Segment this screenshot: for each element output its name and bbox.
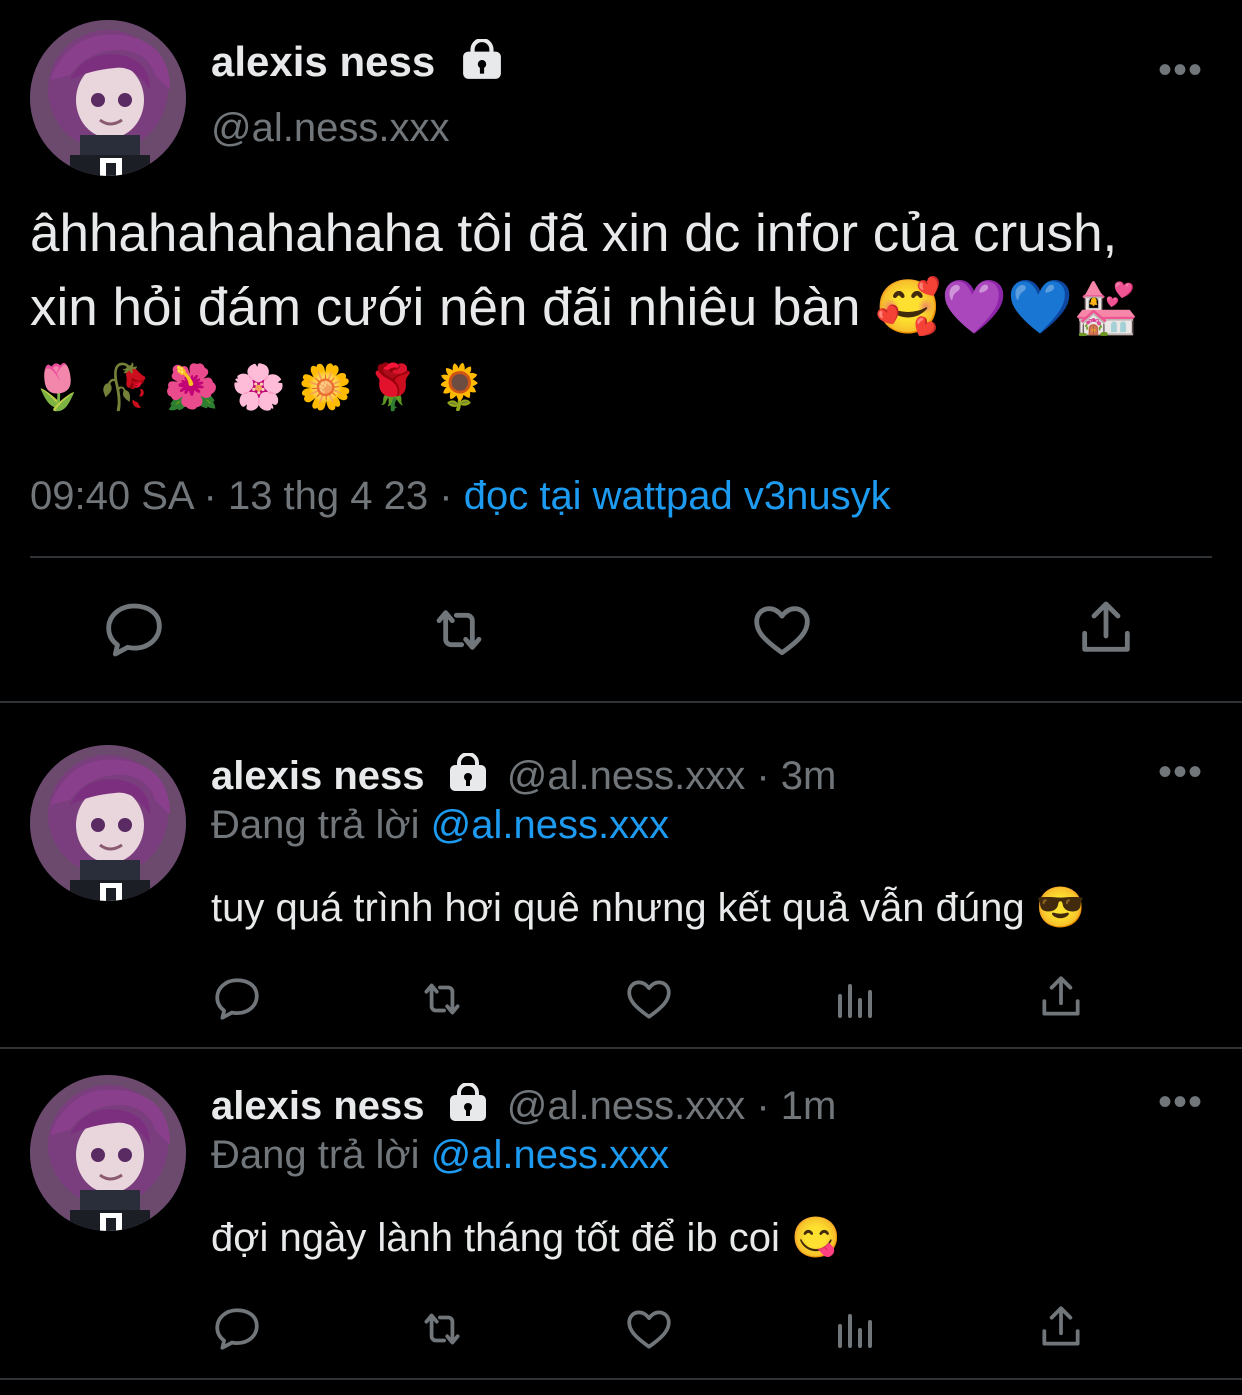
avatar[interactable] (30, 745, 186, 901)
divider (30, 556, 1212, 558)
divider (0, 1047, 1242, 1049)
tweet-source[interactable]: đọc tại wattpad v3nusyk (464, 474, 891, 518)
tweet-time[interactable]: 09:40 SA (30, 474, 192, 518)
reply-header: alexis ness @al.ness.xxx · 3m (211, 753, 837, 798)
replying-to-handle[interactable]: @al.ness.xxx (431, 1133, 669, 1177)
display-name[interactable]: alexis ness (211, 38, 435, 85)
lock-icon (448, 1083, 488, 1123)
views-icon[interactable] (832, 1304, 880, 1352)
reply-text: tuy quá trình hơi quê nhưng kết quả vẫn … (211, 886, 1086, 930)
more-icon[interactable]: ••• (1158, 1082, 1203, 1122)
share-icon[interactable] (1036, 972, 1086, 1022)
avatar[interactable] (30, 20, 186, 176)
timestamp[interactable]: 3m (781, 754, 837, 798)
tweet-meta: 09:40 SA · 13 thg 4 23 · đọc tại wattpad… (30, 474, 891, 518)
handle[interactable]: @al.ness.xxx (507, 754, 745, 798)
replying-to: Đang trả lời @al.ness.xxx (211, 803, 669, 848)
reply-icon[interactable] (102, 598, 166, 662)
retweet-icon[interactable] (426, 598, 492, 662)
replying-to-handle[interactable]: @al.ness.xxx (431, 803, 669, 847)
tweet-text-line-1: âhhahahahahaha tôi đã xin dc infor của c… (30, 204, 1118, 263)
share-icon[interactable] (1036, 1302, 1086, 1352)
handle[interactable]: @al.ness.xxx (507, 1084, 745, 1128)
more-icon[interactable]: ••• (1158, 50, 1203, 90)
replying-label: Đang trả lời (211, 1133, 420, 1177)
like-icon[interactable] (624, 1304, 674, 1354)
like-icon[interactable] (750, 598, 814, 662)
share-icon[interactable] (1074, 596, 1138, 660)
author-row: alexis ness (211, 38, 503, 86)
reply-text: đợi ngày lành tháng tốt để ib coi 😋 (211, 1216, 841, 1260)
tweet-emoji-line: 🌷 🥀 🌺 🌸 🌼 🌹 🌻 (30, 363, 487, 412)
lock-icon (461, 39, 503, 81)
display-name[interactable]: alexis ness (211, 754, 425, 798)
retweet-icon[interactable] (416, 1304, 468, 1354)
like-icon[interactable] (624, 974, 674, 1024)
lock-icon (448, 753, 488, 793)
divider (0, 1378, 1242, 1380)
tweet-date[interactable]: 13 thg 4 23 (228, 474, 428, 518)
replying-to: Đang trả lời @al.ness.xxx (211, 1133, 669, 1178)
tweet-text-line-2: xin hỏi đám cưới nên đãi nhiêu bàn 🥰💜💙💒 (30, 278, 1140, 337)
reply-icon[interactable] (212, 1304, 262, 1354)
display-name[interactable]: alexis ness (211, 1084, 425, 1128)
retweet-icon[interactable] (416, 974, 468, 1024)
divider (0, 701, 1242, 703)
handle[interactable]: @al.ness.xxx (211, 106, 449, 151)
avatar[interactable] (30, 1075, 186, 1231)
more-icon[interactable]: ••• (1158, 752, 1203, 792)
views-icon[interactable] (832, 974, 880, 1022)
timestamp[interactable]: 1m (781, 1084, 837, 1128)
replying-label: Đang trả lời (211, 803, 420, 847)
reply-icon[interactable] (212, 974, 262, 1024)
reply-header: alexis ness @al.ness.xxx · 1m (211, 1083, 837, 1128)
